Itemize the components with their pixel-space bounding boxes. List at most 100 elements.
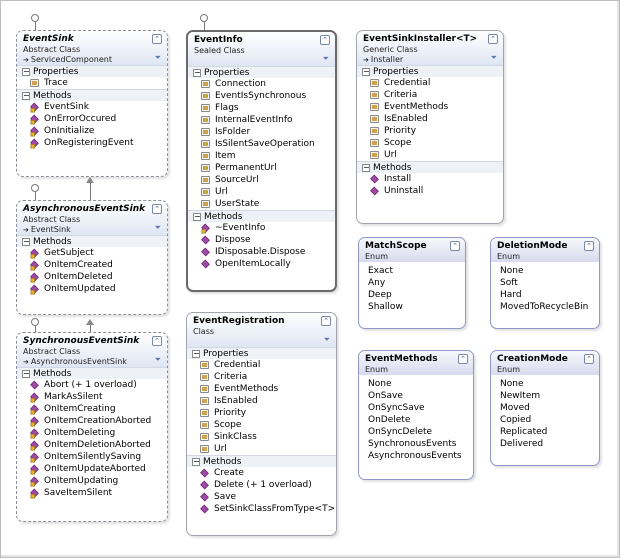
class-box-eventregistration[interactable]: EventRegistration Class ⌃ ⏷ − Properties … [186, 312, 337, 536]
section-methods[interactable]: − Methods [187, 455, 336, 467]
section-methods[interactable]: − Methods [357, 161, 503, 173]
enum-value[interactable]: Exact [359, 265, 465, 277]
property-item[interactable]: Credential [187, 359, 336, 371]
property-item[interactable]: IsFolder [188, 126, 335, 138]
collapse-minus-icon[interactable]: − [362, 164, 370, 172]
property-item[interactable]: Criteria [357, 89, 503, 101]
enum-value[interactable]: SynchronousEvents [359, 438, 473, 450]
property-item[interactable]: Url [357, 149, 503, 161]
section-properties[interactable]: − Properties [188, 66, 335, 78]
property-item[interactable]: Flags [188, 102, 335, 114]
class-box-synchronouseventsink[interactable]: SynchronousEventSink Abstract Class ➔ Asy… [16, 332, 168, 522]
property-item[interactable]: Scope [357, 137, 503, 149]
method-item[interactable]: OnItemDeletionAborted [17, 439, 167, 451]
property-item[interactable]: Url [187, 443, 336, 455]
property-item[interactable]: UserState [188, 198, 335, 210]
method-item[interactable]: OnItemCreated [17, 259, 167, 271]
method-item[interactable]: Dispose [188, 234, 335, 246]
property-item[interactable]: EventMethods [357, 101, 503, 113]
enum-value[interactable]: OnSave [359, 390, 473, 402]
section-properties[interactable]: − Properties [187, 347, 336, 359]
class-box-eventsinkinstaller[interactable]: EventSinkInstaller<T> Generic Class ➔ Ins… [356, 30, 504, 224]
method-item[interactable]: ~EventInfo [188, 222, 335, 234]
method-item[interactable]: OnItemSilentlySaving [17, 451, 167, 463]
enum-value[interactable]: OnSyncSave [359, 402, 473, 414]
method-item[interactable]: MarkAsSilent [17, 391, 167, 403]
property-item[interactable]: Criteria [187, 371, 336, 383]
method-item[interactable]: Install [357, 173, 503, 185]
double-chevron-up-icon[interactable]: ⌃ [321, 316, 331, 326]
enum-value[interactable]: Any [359, 277, 465, 289]
section-methods[interactable]: − Methods [17, 89, 167, 101]
enum-box-deletionmode[interactable]: DeletionMode Enum ⌃ None Soft Hard Moved… [490, 237, 600, 329]
filter-icon[interactable]: ⏷ [155, 223, 161, 233]
method-item[interactable]: OpenItemLocally [188, 258, 335, 270]
property-item[interactable]: IsSilentSaveOperation [188, 138, 335, 150]
double-chevron-up-icon[interactable]: ⌃ [450, 241, 460, 251]
enum-value[interactable]: Moved [491, 402, 599, 414]
method-item[interactable]: OnErrorOccured [17, 113, 167, 125]
property-item[interactable]: Url [188, 186, 335, 198]
collapse-minus-icon[interactable]: − [362, 68, 370, 76]
method-item[interactable]: Delete (+ 1 overload) [187, 479, 336, 491]
double-chevron-up-icon[interactable]: ⌃ [458, 354, 468, 364]
enum-value[interactable]: AsynchronousEvents [359, 450, 473, 462]
property-item[interactable]: Priority [357, 125, 503, 137]
enum-value[interactable]: MovedToRecycleBin [491, 301, 599, 313]
collapse-minus-icon[interactable]: − [192, 458, 200, 466]
enum-value[interactable]: Replicated [491, 426, 599, 438]
collapse-minus-icon[interactable]: − [192, 350, 200, 358]
double-chevron-up-icon[interactable]: ⌃ [152, 204, 162, 214]
filter-icon[interactable]: ⏷ [323, 54, 329, 64]
property-item[interactable]: Connection [188, 78, 335, 90]
class-box-eventinfo[interactable]: EventInfo Sealed Class ⌃ ⏷ − Properties C… [186, 30, 337, 292]
double-chevron-up-icon[interactable]: ⌃ [152, 34, 162, 44]
method-item[interactable]: Abort (+ 1 overload) [17, 379, 167, 391]
method-item[interactable]: IDisposable.Dispose [188, 246, 335, 258]
collapse-minus-icon[interactable]: − [22, 370, 30, 378]
property-item[interactable]: EventIsSynchronous [188, 90, 335, 102]
section-methods[interactable]: − Methods [17, 367, 167, 379]
section-methods[interactable]: − Methods [188, 210, 335, 222]
enum-value[interactable]: Shallow [359, 301, 465, 313]
double-chevron-up-icon[interactable]: ⌃ [320, 35, 330, 45]
collapse-minus-icon[interactable]: − [22, 238, 30, 246]
collapse-minus-icon[interactable]: − [193, 213, 201, 221]
method-item[interactable]: OnItemCreationAborted [17, 415, 167, 427]
property-item[interactable]: Scope [187, 419, 336, 431]
property-item[interactable]: Priority [187, 407, 336, 419]
method-item[interactable]: OnItemUpdated [17, 283, 167, 295]
method-item[interactable]: Save [187, 491, 336, 503]
filter-icon[interactable]: ⏷ [155, 53, 161, 63]
method-item[interactable]: SetSinkClassFromType<T> [187, 503, 336, 515]
property-item[interactable]: IsEnabled [187, 395, 336, 407]
collapse-minus-icon[interactable]: − [193, 69, 201, 77]
double-chevron-up-icon[interactable]: ⌃ [488, 34, 498, 44]
enum-value[interactable]: Delivered [491, 438, 599, 450]
filter-icon[interactable]: ⏷ [491, 53, 497, 63]
section-methods[interactable]: − Methods [17, 235, 167, 247]
collapse-minus-icon[interactable]: − [22, 92, 30, 100]
property-item[interactable]: SinkClass [187, 431, 336, 443]
enum-value[interactable]: None [359, 378, 473, 390]
section-properties[interactable]: − Properties [357, 65, 503, 77]
method-item[interactable]: EventSink [17, 101, 167, 113]
class-box-asynchronouseventsink[interactable]: AsynchronousEventSink Abstract Class ➔ Ev… [16, 200, 168, 315]
method-item[interactable]: OnInitialize [17, 125, 167, 137]
property-item[interactable]: Item [188, 150, 335, 162]
property-item[interactable]: PermanentUrl [188, 162, 335, 174]
property-item[interactable]: Credential [357, 77, 503, 89]
property-item[interactable]: SourceUrl [188, 174, 335, 186]
method-item[interactable]: SaveItemSilent [17, 487, 167, 499]
double-chevron-up-icon[interactable]: ⌃ [584, 241, 594, 251]
enum-value[interactable]: None [491, 378, 599, 390]
double-chevron-up-icon[interactable]: ⌃ [152, 336, 162, 346]
method-item[interactable]: OnRegisteringEvent [17, 137, 167, 149]
double-chevron-up-icon[interactable]: ⌃ [584, 354, 594, 364]
method-item[interactable]: OnItemUpdateAborted [17, 463, 167, 475]
method-item[interactable]: Create [187, 467, 336, 479]
method-item[interactable]: OnItemDeleted [17, 271, 167, 283]
collapse-minus-icon[interactable]: − [22, 68, 30, 76]
enum-box-eventmethods[interactable]: EventMethods Enum ⌃ None OnSave OnSyncSa… [358, 350, 474, 480]
enum-box-creationmode[interactable]: CreationMode Enum ⌃ None NewItem Moved C… [490, 350, 600, 466]
